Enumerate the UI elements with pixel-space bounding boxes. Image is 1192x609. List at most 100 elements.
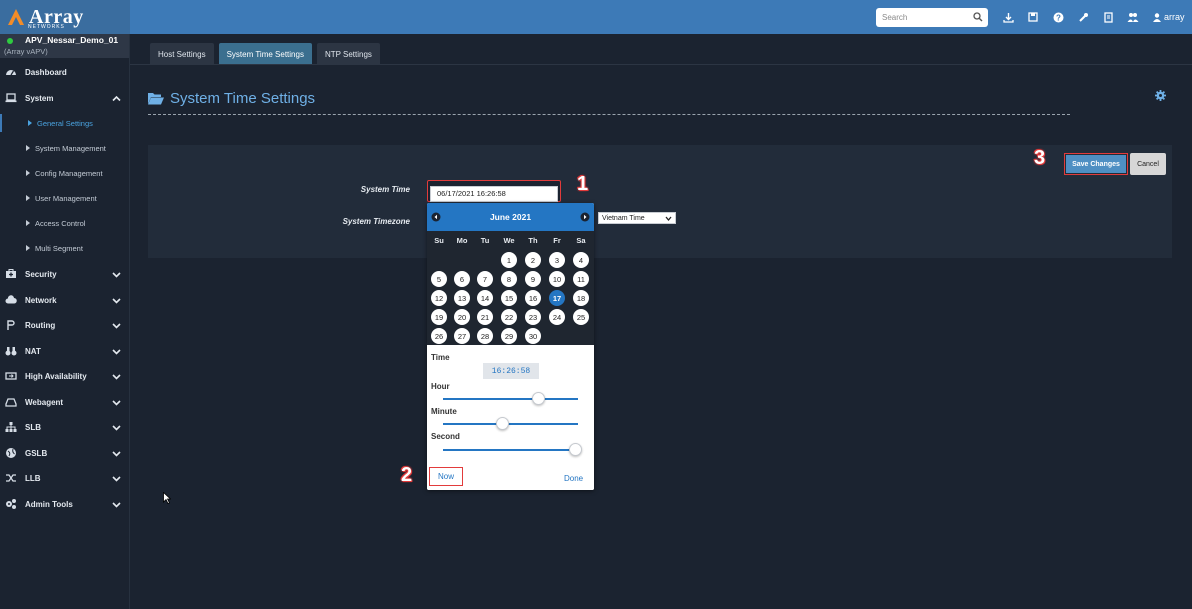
weekday-header: Th [528, 236, 538, 245]
sidebar-item-slb[interactable]: SLB [0, 417, 130, 437]
calendar-day[interactable]: 14 [477, 290, 493, 306]
calendar-day[interactable]: 5 [431, 271, 447, 287]
search-input[interactable] [882, 13, 972, 22]
weekday-header: Su [434, 236, 444, 245]
hour-slider-handle[interactable] [531, 392, 545, 405]
sidebar-subitem-general-settings[interactable]: General Settings [0, 114, 130, 132]
calendar-day[interactable]: 3 [549, 252, 565, 268]
caret-right-icon [26, 220, 30, 226]
sidebar-item-network[interactable]: Network [0, 290, 130, 310]
sidebar-subitem-user-management[interactable]: User Management [0, 189, 130, 207]
cloud-icon [5, 295, 17, 304]
second-slider[interactable] [443, 443, 583, 456]
sidebar-item-nat[interactable]: NAT [0, 341, 130, 361]
caret-right-icon [26, 170, 30, 176]
array-logo[interactable]: Array NETWORKS [0, 0, 130, 34]
tab-system-time-settings[interactable]: System Time Settings [218, 43, 312, 65]
sidebar-subitem-label: User Management [35, 193, 97, 203]
download-icon[interactable] [1002, 11, 1014, 23]
time-display: 16:26:58 [483, 363, 539, 379]
sidebar-subitem-access-control[interactable]: Access Control [0, 214, 130, 232]
calendar-day[interactable]: 25 [573, 309, 589, 325]
calendar-day[interactable]: 11 [573, 271, 589, 287]
mouse-cursor-icon [163, 492, 171, 504]
now-button-highlight: Now [429, 467, 463, 486]
calendar-day[interactable]: 15 [501, 290, 517, 306]
calendar-day[interactable]: 21 [477, 309, 493, 325]
sidebar-item-dashboard[interactable]: Dashboard [0, 62, 130, 82]
calendar-day[interactable]: 12 [431, 290, 447, 306]
done-button[interactable]: Done [564, 474, 583, 483]
device-type: (Array vAPV) [4, 47, 48, 56]
sidebar-subitem-multi-segment[interactable]: Multi Segment [0, 239, 130, 257]
calendar-day[interactable]: 6 [454, 271, 470, 287]
sidebar-item-security[interactable]: Security [0, 264, 130, 284]
minute-slider-handle[interactable] [496, 417, 510, 430]
timezone-select[interactable]: Vietnam Time [598, 212, 676, 224]
search-box[interactable] [876, 8, 988, 27]
minute-label: Minute [431, 407, 457, 416]
help-icon[interactable]: ? [1052, 11, 1064, 23]
calendar-day[interactable]: 20 [454, 309, 470, 325]
sidebar-item-label: Admin Tools [25, 499, 73, 509]
caret-right-icon [26, 195, 30, 201]
sidebar-subitem-config-management[interactable]: Config Management [0, 164, 130, 182]
user-icon [1153, 12, 1161, 22]
sidebar-subitem-system-management[interactable]: System Management [0, 139, 130, 157]
sidebar-item-routing[interactable]: Routing [0, 315, 130, 335]
save-icon[interactable] [1027, 11, 1039, 23]
top-bar: Array NETWORKS ? array [0, 0, 1192, 34]
calendar-day[interactable]: 29 [501, 328, 517, 344]
calendar-day[interactable]: 28 [477, 328, 493, 344]
calendar-day[interactable]: 13 [454, 290, 470, 306]
now-button[interactable]: Now [438, 472, 454, 481]
sidebar-item-high-availability[interactable]: High Availability [0, 366, 130, 386]
calendar-day[interactable]: 18 [573, 290, 589, 306]
chevron-down-icon [112, 348, 121, 355]
sidebar-item-admin-tools[interactable]: Admin Tools [0, 494, 130, 514]
calendar-day[interactable]: 4 [573, 252, 589, 268]
calendar-day[interactable]: 26 [431, 328, 447, 344]
calendar-day[interactable]: 30 [525, 328, 541, 344]
calendar-day[interactable]: 8 [501, 271, 517, 287]
medkit-icon [6, 269, 16, 278]
calendar-day[interactable]: 16 [525, 290, 541, 306]
sidebar-item-webagent[interactable]: Webagent [0, 392, 130, 412]
calendar-day[interactable]: 27 [454, 328, 470, 344]
calendar-day[interactable]: 24 [549, 309, 565, 325]
group-icon[interactable] [1127, 11, 1139, 23]
hour-slider[interactable] [443, 392, 578, 405]
logo-subtext: NETWORKS [28, 24, 65, 30]
second-slider-handle[interactable] [569, 443, 583, 456]
wrench-icon[interactable] [1077, 11, 1089, 23]
sidebar-item-gslb[interactable]: GSLB [0, 443, 130, 463]
sidebar-item-label: Routing [25, 320, 56, 330]
book-icon[interactable] [1102, 11, 1114, 23]
calendar-day[interactable]: 9 [525, 271, 541, 287]
calendar-day[interactable]: 7 [477, 271, 493, 287]
title-divider [148, 114, 1070, 115]
search-icon[interactable] [973, 12, 983, 22]
sidebar-item-llb[interactable]: LLB [0, 468, 130, 488]
calendar-day-selected[interactable]: 17 [549, 290, 565, 306]
tab-host-settings[interactable]: Host Settings [150, 43, 214, 65]
time-section: Time 16:26:58 Hour Minute Second Now Don… [427, 345, 594, 490]
cancel-button[interactable]: Cancel [1130, 153, 1166, 175]
gear-icon[interactable] [1155, 90, 1166, 101]
calendar-day[interactable]: 23 [525, 309, 541, 325]
calendar-day[interactable]: 22 [501, 309, 517, 325]
save-changes-button[interactable]: Save Changes [1066, 155, 1126, 173]
sidebar-item-system[interactable]: System [0, 88, 130, 108]
calendar-day[interactable]: 19 [431, 309, 447, 325]
user-menu[interactable]: array [1153, 12, 1185, 22]
calendar-day[interactable]: 1 [501, 252, 517, 268]
minute-slider[interactable] [443, 417, 578, 430]
system-timezone-label: System Timezone [342, 217, 410, 226]
chevron-down-icon [112, 450, 121, 457]
next-month-icon[interactable] [580, 212, 590, 222]
system-time-input[interactable] [430, 185, 558, 202]
caret-right-icon [28, 120, 32, 126]
tab-ntp-settings[interactable]: NTP Settings [316, 43, 380, 65]
calendar-day[interactable]: 10 [549, 271, 565, 287]
calendar-day[interactable]: 2 [525, 252, 541, 268]
